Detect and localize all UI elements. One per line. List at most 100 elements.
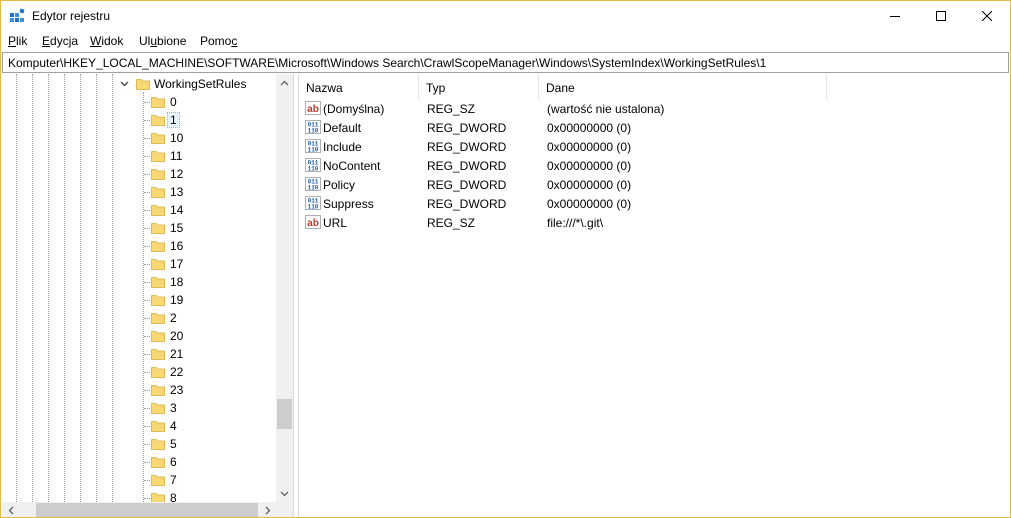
tree-item-key[interactable]: 0 [2,93,278,111]
tree-item-key[interactable]: 5 [2,435,278,453]
minimize-icon [890,16,900,17]
scroll-left-arrow[interactable] [2,502,19,517]
address-bar[interactable]: Komputer\HKEY_LOCAL_MACHINE\SOFTWARE\Mic… [2,52,1009,73]
binary-value-icon: 011110 [305,139,321,153]
menu-item-view[interactable]: Widok [90,34,123,48]
binary-icon-glyph-bottom: 110 [308,147,319,154]
folder-icon [151,97,165,108]
value-data: file:///*\.git\ [547,216,604,230]
tree-item-key[interactable]: 4 [2,417,278,435]
value-type: REG_DWORD [427,140,507,154]
chevron-down-icon[interactable] [120,79,129,88]
column-header-label: Typ [426,81,446,95]
menu-label: Pomo [200,34,232,48]
tree-item-label: 0 [170,95,177,109]
title-bar[interactable]: Edytor rejestru [1,1,1010,31]
value-row[interactable]: 011 110 Suppress REG_DWORD 0x00000000 (0) [299,194,1010,213]
values-list-pane[interactable]: Nazwa Typ Dane ab (Domyślna) REG_SZ (wartoś… [298,74,1010,517]
value-data: 0x00000000 (0) [547,140,632,154]
column-header-type[interactable]: Typ [419,74,539,100]
string-value-icon: ab [305,101,321,115]
scroll-thumb[interactable] [277,399,292,429]
tree-vertical-scrollbar[interactable] [276,74,293,502]
window-title: Edytor rejestru [32,9,111,23]
tree-item-key[interactable]: 11 [2,147,278,165]
tree-item-key[interactable]: 20 [2,327,278,345]
value-row[interactable]: 011 110 NoContent REG_DWORD 0x00000000 (0) [299,156,1010,175]
tree-horizontal-scrollbar[interactable] [2,502,276,517]
tree-item-label: 5 [170,437,177,451]
value-row[interactable]: ab (Domyślna) REG_SZ (wartość nie ustalona) [299,99,1010,118]
folder-icon [151,241,165,252]
value-name: Policy [323,178,356,192]
menu-item-favorites[interactable]: Ulubione [139,34,186,48]
string-icon-glyph: ab [307,104,319,115]
tree-item-key[interactable]: 1 [2,111,278,129]
folder-icon [151,457,165,468]
tree-item-key[interactable]: 19 [2,291,278,309]
maximize-button[interactable] [918,1,964,31]
scroll-up-arrow[interactable] [276,74,293,91]
menu-item-edit[interactable]: Edycja [42,34,78,48]
tree-item-key[interactable]: 2 [2,309,278,327]
tree-item-label: 10 [170,131,184,145]
tree-item-key[interactable]: 6 [2,453,278,471]
scroll-thumb[interactable] [36,503,258,517]
tree-item-key[interactable]: 16 [2,237,278,255]
menu-label: Ul [139,34,151,48]
binary-icon-glyph-bottom: 110 [308,204,319,211]
tree-connector [144,408,150,409]
folder-icon [151,115,165,126]
tree-connector [144,120,150,121]
menu-item-file[interactable]: Plik [8,34,27,48]
value-name: Default [323,121,362,135]
column-header-name[interactable]: Nazwa [299,74,419,100]
tree-item-key[interactable]: 14 [2,201,278,219]
tree-item-key[interactable]: 13 [2,183,278,201]
value-row[interactable]: ab URL REG_SZ file:///*\.git\ [299,213,1010,232]
tree-item-key[interactable]: 3 [2,399,278,417]
tree-item-label: 3 [170,401,177,415]
tree-item-key[interactable]: 17 [2,255,278,273]
folder-icon [151,295,165,306]
minimize-button[interactable] [872,1,918,31]
menu-label-accel: E [42,34,51,48]
value-type: REG_DWORD [427,178,507,192]
menu-item-help[interactable]: Pomoc [200,34,237,48]
tree-item-key[interactable]: 10 [2,129,278,147]
tree-item-label: 12 [170,167,184,181]
binary-value-icon: 011110 [305,196,321,210]
tree-connector [144,102,150,103]
folder-icon [151,277,165,288]
scroll-right-arrow[interactable] [259,502,276,517]
tree-item-key[interactable]: 7 [2,471,278,489]
value-name: (Domyślna) [323,102,385,116]
chevron-left-icon [8,506,13,514]
close-button[interactable] [964,1,1010,31]
tree-connector [144,372,150,373]
tree-connector [144,228,150,229]
tree-item-label: 18 [170,275,184,289]
value-data: 0x00000000 (0) [547,159,632,173]
value-row[interactable]: 011 110 Include REG_DWORD 0x00000000 (0) [299,137,1010,156]
tree-connector [144,282,150,283]
scroll-down-arrow[interactable] [276,485,293,502]
value-row[interactable]: 011 110 Policy REG_DWORD 0x00000000 (0) [299,175,1010,194]
value-data: 0x00000000 (0) [547,178,632,192]
value-row[interactable]: 011 110 Default REG_DWORD 0x00000000 (0) [299,118,1010,137]
value-name: Suppress [323,197,374,211]
tree-item-workingsetrules[interactable]: WorkingSetRules [2,75,278,93]
tree-item-key[interactable]: 23 [2,381,278,399]
tree-item-key[interactable]: 12 [2,165,278,183]
folder-icon [151,133,165,144]
folder-icon [151,169,165,180]
column-header-data[interactable]: Dane [539,74,827,100]
tree-item-key[interactable]: 21 [2,345,278,363]
tree-item-key[interactable]: 22 [2,363,278,381]
tree-item-key[interactable]: 15 [2,219,278,237]
tree-connector [144,336,150,337]
folder-icon [151,313,165,324]
tree-connector [144,426,150,427]
key-tree-pane[interactable]: WorkingSetRules 0 1 10 11 12 13 14 15 16 17 18 19 2 2… [2,74,294,517]
tree-item-key[interactable]: 18 [2,273,278,291]
